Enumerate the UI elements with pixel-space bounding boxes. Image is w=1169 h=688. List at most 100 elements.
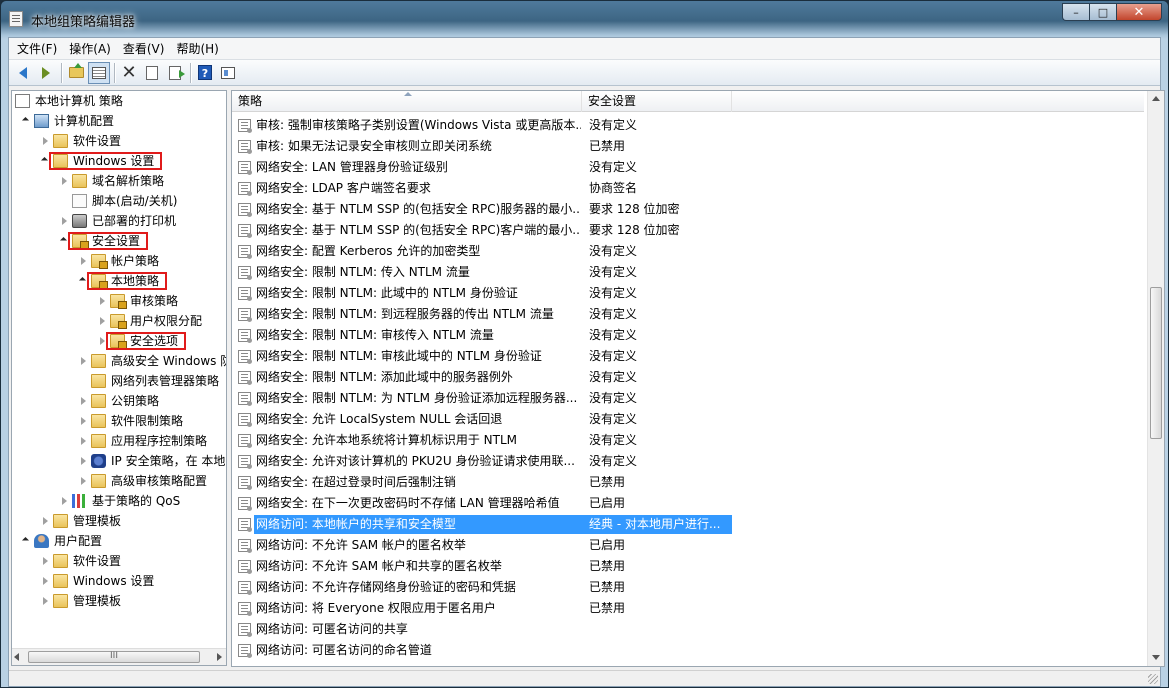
- table-row[interactable]: 网络访问: 可匿名访问的共享: [232, 619, 1144, 640]
- tree-item[interactable]: 管理模板: [12, 591, 226, 611]
- table-row[interactable]: 网络安全: LAN 管理器身份验证级别 没有定义: [232, 157, 1144, 178]
- resize-grip-icon[interactable]: [1148, 674, 1158, 684]
- tree-item[interactable]: 用户权限分配: [12, 311, 226, 331]
- expand-arrow-icon[interactable]: [41, 551, 50, 571]
- table-row[interactable]: 网络安全: LDAP 客户端签名要求 协商签名: [232, 178, 1144, 199]
- table-row[interactable]: 网络安全: 在超过登录时间后强制注销 已禁用: [232, 472, 1144, 493]
- expand-arrow-icon[interactable]: [79, 431, 88, 451]
- expand-arrow-icon[interactable]: [79, 391, 88, 411]
- tree-item[interactable]: 公钥策略: [12, 391, 226, 411]
- expand-arrow-icon[interactable]: [79, 471, 88, 491]
- table-row[interactable]: 网络访问: 不允许 SAM 帐户的匿名枚举 已启用: [232, 535, 1144, 556]
- scroll-thumb[interactable]: [1150, 287, 1162, 439]
- maximize-button[interactable]: □: [1089, 3, 1116, 21]
- forward-button[interactable]: [35, 62, 57, 84]
- tree-item[interactable]: 软件设置: [12, 131, 226, 151]
- table-row[interactable]: 网络访问: 本地帐户的共享和安全模型 经典 - 对本地用户进行...: [232, 514, 1144, 535]
- expand-arrow-icon[interactable]: [41, 511, 50, 531]
- show-tree-button[interactable]: [88, 61, 110, 84]
- expand-arrow-icon[interactable]: [41, 591, 50, 611]
- tree-item-label: 软件设置: [73, 134, 122, 148]
- expand-arrow-icon[interactable]: [98, 291, 107, 311]
- table-row[interactable]: 网络安全: 限制 NTLM: 到远程服务器的传出 NTLM 流量 没有定义: [232, 304, 1144, 325]
- scroll-thumb[interactable]: III: [28, 651, 200, 663]
- properties-button[interactable]: [141, 62, 163, 84]
- table-row[interactable]: 网络安全: 限制 NTLM: 审核传入 NTLM 流量 没有定义: [232, 325, 1144, 346]
- menu-action[interactable]: 操作(A): [63, 39, 117, 59]
- expand-arrow-icon[interactable]: [60, 491, 69, 511]
- expand-arrow-icon[interactable]: [98, 311, 107, 331]
- scroll-right-icon[interactable]: [217, 653, 222, 661]
- table-row[interactable]: 网络安全: 允许 LocalSystem NULL 会话回退 没有定义: [232, 409, 1144, 430]
- close-button[interactable]: ✕: [1116, 3, 1162, 21]
- window-title: 本地组策略编辑器: [31, 15, 136, 30]
- expand-arrow-icon[interactable]: [41, 131, 50, 151]
- console-button[interactable]: [217, 62, 239, 84]
- scroll-down-icon[interactable]: [1152, 655, 1160, 660]
- table-row[interactable]: 网络安全: 配置 Kerberos 允许的加密类型 没有定义: [232, 241, 1144, 262]
- tree-item[interactable]: 用户配置: [12, 531, 226, 551]
- tree-item[interactable]: 基于策略的 QoS: [12, 491, 226, 511]
- expand-arrow-icon[interactable]: [41, 571, 50, 591]
- table-row[interactable]: 网络安全: 限制 NTLM: 审核此域中的 NTLM 身份验证 没有定义: [232, 346, 1144, 367]
- export-button[interactable]: [164, 62, 186, 84]
- table-row[interactable]: 网络访问: 可匿名访问的命名管道: [232, 640, 1144, 661]
- column-header-setting[interactable]: 安全设置: [582, 91, 732, 112]
- tree-item[interactable]: 软件设置: [12, 551, 226, 571]
- back-button[interactable]: [12, 62, 34, 84]
- tree-horizontal-scrollbar[interactable]: III: [12, 648, 226, 665]
- tree-item[interactable]: 高级安全 Windows 防: [12, 351, 226, 371]
- help-button[interactable]: ?: [194, 62, 216, 84]
- tree-item[interactable]: IP 安全策略，在 本地: [12, 451, 226, 471]
- policy-list-pane: 策略 安全设置 审核: 强制审核策略子类别设置(Windows Vista 或更…: [231, 90, 1165, 667]
- tree-item[interactable]: 本地计算机 策略: [12, 91, 226, 111]
- tree-item[interactable]: 帐户策略: [12, 251, 226, 271]
- list-vertical-scrollbar[interactable]: [1147, 91, 1164, 666]
- expand-arrow-icon[interactable]: [79, 351, 88, 371]
- table-row[interactable]: 网络安全: 允许本地系统将计算机标识用于 NTLM 没有定义: [232, 430, 1144, 451]
- tree-item[interactable]: 计算机配置: [12, 111, 226, 131]
- tree-item[interactable]: 审核策略: [12, 291, 226, 311]
- table-row[interactable]: 网络安全: 限制 NTLM: 为 NTLM 身份验证添加远程服务器... 没有定义: [232, 388, 1144, 409]
- collapse-arrow-icon[interactable]: [22, 111, 31, 131]
- menu-help[interactable]: 帮助(H): [170, 39, 224, 59]
- scroll-up-icon[interactable]: [1152, 96, 1160, 101]
- table-row[interactable]: 审核: 如果无法记录安全审核则立即关闭系统 已禁用: [232, 136, 1144, 157]
- table-row[interactable]: 网络安全: 限制 NTLM: 传入 NTLM 流量 没有定义: [232, 262, 1144, 283]
- tree-pane[interactable]: 本地计算机 策略 计算机配置 软件设置 Windows 设置 域名解析策略 脚本(启动/关…: [11, 90, 227, 666]
- tree-item[interactable]: 域名解析策略: [12, 171, 226, 191]
- table-row[interactable]: 网络安全: 在下一次更改密码时不存储 LAN 管理器哈希值 已启用: [232, 493, 1144, 514]
- collapse-arrow-icon[interactable]: [22, 531, 31, 551]
- table-row[interactable]: 网络安全: 允许对该计算机的 PKU2U 身份验证请求使用联... 没有定义: [232, 451, 1144, 472]
- tree-item[interactable]: 管理模板: [12, 511, 226, 531]
- menu-file[interactable]: 文件(F): [11, 39, 63, 59]
- menu-view[interactable]: 查看(V): [117, 39, 171, 59]
- expand-arrow-icon[interactable]: [79, 251, 88, 271]
- minimize-button[interactable]: –: [1062, 3, 1089, 21]
- scroll-left-icon[interactable]: [14, 653, 19, 661]
- expand-arrow-icon[interactable]: [79, 451, 88, 471]
- table-row[interactable]: 网络访问: 不允许存储网络身份验证的密码和凭据 已禁用: [232, 577, 1144, 598]
- policy-setting-icon: [238, 245, 252, 259]
- table-row[interactable]: 网络访问: 不允许 SAM 帐户和共享的匿名枚举 已禁用: [232, 556, 1144, 577]
- tree-item[interactable]: 网络列表管理器策略: [12, 371, 226, 391]
- expand-arrow-icon[interactable]: [60, 171, 69, 191]
- tree-item[interactable]: 应用程序控制策略: [12, 431, 226, 451]
- table-row[interactable]: 网络安全: 限制 NTLM: 此域中的 NTLM 身份验证 没有定义: [232, 283, 1144, 304]
- title-bar[interactable]: 本地组策略编辑器 – □ ✕: [1, 1, 1168, 37]
- tree-item[interactable]: 高级审核策略配置: [12, 471, 226, 491]
- table-row[interactable]: 审核: 强制审核策略子类别设置(Windows Vista 或更高版本... 没有…: [232, 115, 1144, 136]
- up-button[interactable]: [65, 62, 87, 84]
- table-row[interactable]: 网络安全: 限制 NTLM: 添加此域中的服务器例外 没有定义: [232, 367, 1144, 388]
- expand-arrow-icon[interactable]: [60, 211, 69, 231]
- table-row[interactable]: 网络访问: 将 Everyone 权限应用于匿名用户 已禁用: [232, 598, 1144, 619]
- table-row[interactable]: 网络安全: 基于 NTLM SSP 的(包括安全 RPC)服务器的最小... 要求…: [232, 199, 1144, 220]
- annotation-highlight-box: [49, 152, 162, 170]
- tree-item[interactable]: 软件限制策略: [12, 411, 226, 431]
- expand-arrow-icon[interactable]: [79, 411, 88, 431]
- tree-item[interactable]: 脚本(启动/关机): [12, 191, 226, 211]
- tree-item[interactable]: Windows 设置: [12, 571, 226, 591]
- table-row[interactable]: 网络安全: 基于 NTLM SSP 的(包括安全 RPC)客户端的最小... 要求…: [232, 220, 1144, 241]
- delete-button[interactable]: ✕: [118, 62, 140, 84]
- tree-item[interactable]: 已部署的打印机: [12, 211, 226, 231]
